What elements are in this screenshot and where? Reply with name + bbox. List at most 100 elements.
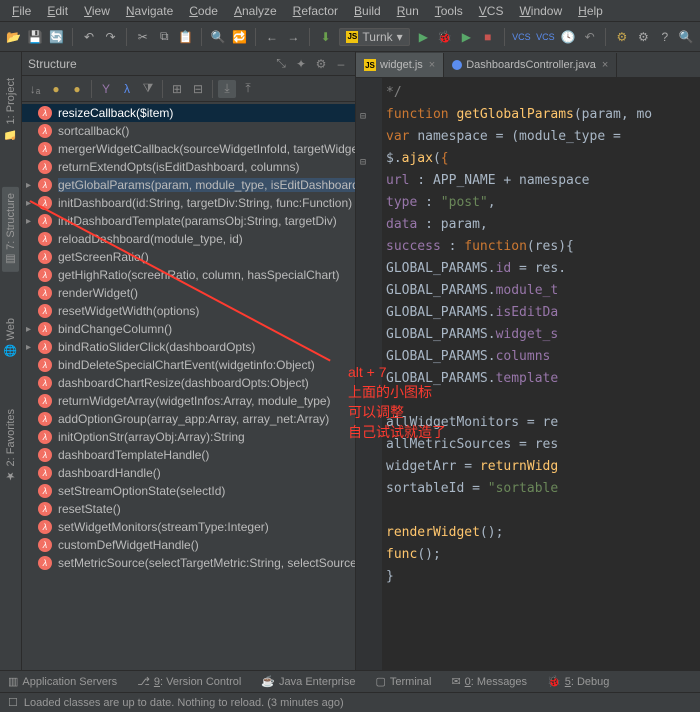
structure-item[interactable]: λbindChangeColumn() [22, 320, 355, 338]
structure-item[interactable]: λdashboardChartResize(dashboardOpts:Obje… [22, 374, 355, 392]
tool-java[interactable]: ☕Java Enterprise [261, 675, 355, 688]
menu-tools[interactable]: Tools [427, 2, 471, 20]
menu-refactor[interactable]: Refactor [285, 2, 346, 20]
undo-icon[interactable]: ↶ [81, 28, 96, 46]
structure-item[interactable]: λdashboardHandle() [22, 464, 355, 482]
cut-icon[interactable]: ✂ [135, 28, 150, 46]
close-tab-icon[interactable]: × [429, 59, 435, 71]
settings-icon[interactable]: ⚙ [636, 28, 651, 46]
debug-icon[interactable]: 🐞 [437, 28, 452, 46]
replace-icon[interactable]: 🔁 [232, 28, 247, 46]
build-icon[interactable]: ⬇ [318, 28, 333, 46]
help-icon[interactable]: ? [657, 28, 672, 46]
gear-icon[interactable]: ⚙ [313, 56, 329, 72]
expand-icon[interactable]: ✦ [293, 56, 309, 72]
redo-icon[interactable]: ↷ [103, 28, 118, 46]
menu-vcs[interactable]: VCS [471, 2, 512, 20]
open-icon[interactable]: 📂 [6, 28, 21, 46]
copy-icon[interactable]: ⧉ [157, 28, 172, 46]
structure-item[interactable]: λsortcallback() [22, 122, 355, 140]
structure-item[interactable]: λgetHighRatio(screenRatio, column, hasSp… [22, 266, 355, 284]
structure-item-label: getScreenRatio() [58, 250, 149, 264]
structure-item[interactable]: λsetWidgetMonitors(streamType:Integer) [22, 518, 355, 536]
structure-item[interactable]: λreturnExtendOpts(isEditDashboard, colum… [22, 158, 355, 176]
collapse-all-icon[interactable]: ⊟ [189, 80, 207, 98]
editor-area: JSwidget.js×DashboardsController.java× ⊟… [356, 52, 700, 670]
menu-build[interactable]: Build [346, 2, 389, 20]
structure-item[interactable]: λmergerWidgetCallback(sourceWidgetInfoId… [22, 140, 355, 158]
structure-item[interactable]: λgetScreenRatio() [22, 248, 355, 266]
tool-debug[interactable]: 🐞5: Debug [547, 675, 609, 688]
close-tab-icon[interactable]: × [602, 59, 608, 71]
editor-tab[interactable]: DashboardsController.java× [444, 53, 617, 77]
structure-item[interactable]: λresizeCallback($item) [22, 104, 355, 122]
structure-item[interactable]: λbindRatioSliderClick(dashboardOpts) [22, 338, 355, 356]
structure-item[interactable]: λinitOptionStr(arrayObj:Array):String [22, 428, 355, 446]
sort-vis-icon[interactable]: ● [47, 80, 65, 98]
structure-tab[interactable]: ▤ 7: Structure [2, 187, 19, 272]
menu-edit[interactable]: Edit [39, 2, 76, 20]
structure-item[interactable]: λresetWidgetWidth(options) [22, 302, 355, 320]
structure-icon[interactable]: ⚙ [614, 28, 629, 46]
structure-item[interactable]: λinitDashboard(id:String, targetDiv:Stri… [22, 194, 355, 212]
run-config-selector[interactable]: JSTurnk▾ [339, 28, 409, 46]
stop-icon[interactable]: ■ [480, 28, 495, 46]
code-editor[interactable]: ⊟ ⊟ */function getGlobalParams(param, mo… [356, 78, 700, 670]
tool-terminal[interactable]: ▢Terminal [375, 675, 431, 688]
code-line: success : function(res){ [386, 236, 700, 258]
autoscroll-to-icon[interactable]: ⤓ [218, 80, 236, 98]
web-tab[interactable]: 🌐 Web [2, 312, 19, 363]
vcs-update-icon[interactable]: VCS [512, 28, 530, 46]
vcs-revert-icon[interactable]: ↶ [582, 28, 597, 46]
structure-item[interactable]: λresetState() [22, 500, 355, 518]
menu-view[interactable]: View [76, 2, 118, 20]
tool-vcs[interactable]: ⎇9: Version Control [137, 675, 241, 688]
find-icon[interactable]: 🔍 [210, 28, 225, 46]
back-icon[interactable]: ← [264, 28, 279, 46]
collapse-icon[interactable]: ⤡ [273, 56, 289, 72]
paste-icon[interactable]: 📋 [178, 28, 193, 46]
structure-item[interactable]: λreloadDashboard(module_type, id) [22, 230, 355, 248]
minimize-icon[interactable]: – [333, 56, 349, 72]
structure-tree[interactable]: λresizeCallback($item)λsortcallback()λme… [22, 102, 355, 670]
coverage-icon[interactable]: ▶ [459, 28, 474, 46]
menu-file[interactable]: File [4, 2, 39, 20]
favorites-tab[interactable]: ★ 2: Favorites [2, 403, 19, 489]
filter-fields-icon[interactable]: Y [97, 80, 115, 98]
run-icon[interactable]: ▶ [416, 28, 431, 46]
structure-item-label: setStreamOptionState(selectId) [58, 484, 225, 498]
menu-run[interactable]: Run [389, 2, 427, 20]
function-icon: λ [38, 430, 52, 444]
save-icon[interactable]: 💾 [27, 28, 42, 46]
filter-icon[interactable]: ⧩ [139, 80, 157, 98]
structure-item[interactable]: λcustomDefWidgetHandle() [22, 536, 355, 554]
structure-item[interactable]: λaddOptionGroup(array_app:Array, array_n… [22, 410, 355, 428]
structure-item[interactable]: λinitDashboardTemplate(paramsObj:String,… [22, 212, 355, 230]
structure-item[interactable]: λrenderWidget() [22, 284, 355, 302]
menu-code[interactable]: Code [181, 2, 226, 20]
menu-analyze[interactable]: Analyze [226, 2, 285, 20]
menu-navigate[interactable]: Navigate [118, 2, 181, 20]
editor-tab[interactable]: JSwidget.js× [356, 53, 444, 77]
tool-msg[interactable]: ✉0: Messages [451, 675, 527, 688]
menu-window[interactable]: Window [511, 2, 570, 20]
sort-az-icon[interactable]: ↓ₐ [26, 80, 44, 98]
search-everywhere-icon[interactable]: 🔍 [679, 28, 694, 46]
menu-help[interactable]: Help [570, 2, 611, 20]
tool-server[interactable]: ▥Application Servers [8, 675, 117, 688]
structure-item[interactable]: λdashboardTemplateHandle() [22, 446, 355, 464]
expand-all-icon[interactable]: ⊞ [168, 80, 186, 98]
structure-item[interactable]: λbindDeleteSpecialChartEvent(widgetinfo:… [22, 356, 355, 374]
filter-lambda-icon[interactable]: λ [118, 80, 136, 98]
project-tab[interactable]: 📁 1: Project [2, 72, 19, 147]
autoscroll-from-icon[interactable]: ⤒ [239, 80, 257, 98]
structure-item[interactable]: λreturnWidgetArray(widgetInfos:Array, mo… [22, 392, 355, 410]
structure-item[interactable]: λsetStreamOptionState(selectId) [22, 482, 355, 500]
vcs-history-icon[interactable]: 🕓 [560, 28, 575, 46]
structure-item[interactable]: λsetMetricSource(selectTargetMetric:Stri… [22, 554, 355, 572]
forward-icon[interactable]: → [286, 28, 301, 46]
sync-icon[interactable]: 🔄 [49, 28, 64, 46]
sort-type-icon[interactable]: ● [68, 80, 86, 98]
vcs-commit-icon[interactable]: VCS [536, 28, 554, 46]
structure-item[interactable]: λgetGlobalParams(param, module_type, isE… [22, 176, 355, 194]
